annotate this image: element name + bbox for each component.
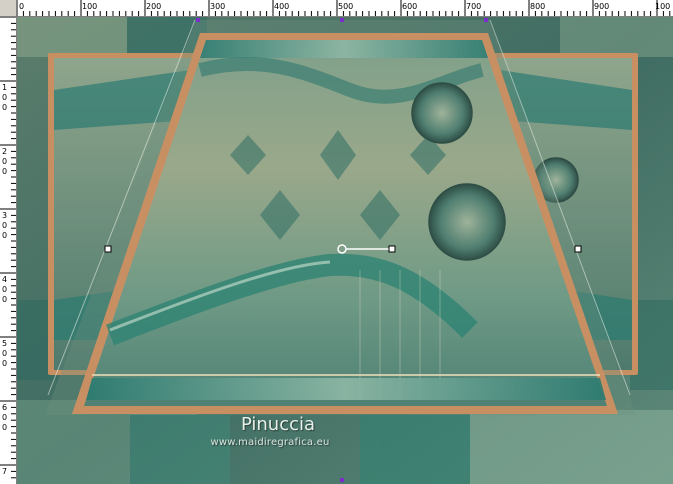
image-editor-window: 0 100 200 300 400 500 600 700 800 900 10… [0,0,673,484]
ruler-left-label: 0 [2,423,8,432]
vertical-ruler[interactable]: 1 0 0 2 0 0 3 0 0 4 0 0 5 0 0 6 0 0 7 [0,16,17,484]
ruler-left-label: 2 [2,147,8,156]
ruler-left-label: 0 [2,167,8,176]
ruler-left-label: 0 [2,295,8,304]
watermark-url: www.maidiregrafica.eu [210,437,330,448]
ruler-left-label: 0 [2,359,8,368]
ruler-left-label: 0 [2,231,8,240]
horizontal-ruler-ticks [16,0,671,16]
right-handle[interactable] [574,245,582,253]
ruler-top-label: 400 [274,2,290,11]
rotation-handle[interactable] [388,245,396,253]
ruler-top-label: 300 [210,2,226,11]
bottom-center-handle[interactable] [340,478,344,482]
ruler-top-label: 500 [338,2,354,11]
ruler-top-label: 900 [594,2,610,11]
ruler-left-label: 0 [2,103,8,112]
ruler-corner [0,0,17,17]
ruler-left-label: 0 [2,157,8,166]
ruler-top-label: 0 [19,2,25,11]
watermark-title: Pinuccia [240,414,316,435]
ruler-left-label: 5 [2,339,8,348]
ruler-top-label: 200 [146,2,162,11]
ruler-left-label: 0 [2,221,8,230]
ruler-top-label: 700 [466,2,482,11]
ruler-left-label: 0 [2,349,8,358]
ruler-left-label: 7 [2,467,8,476]
ruler-top-label: 600 [402,2,418,11]
top-right-handle[interactable] [484,18,488,22]
left-handle[interactable] [104,245,112,253]
ruler-left-label: 6 [2,403,8,412]
horizontal-ruler[interactable]: 0 100 200 300 400 500 600 700 800 900 10… [0,0,673,17]
disc-decoration [411,82,473,144]
ruler-left-label: 0 [2,413,8,422]
ruler-left-label: 1 [2,83,8,92]
disc-decoration [428,183,506,261]
ruler-top-label: 100 [82,2,98,11]
ruler-left-label: 0 [2,285,8,294]
ruler-left-label: 0 [2,93,8,102]
top-left-handle[interactable] [196,18,200,22]
top-center-handle[interactable] [340,18,344,22]
ruler-left-label: 4 [2,275,8,284]
ruler-top-label: 800 [530,2,546,11]
ruler-left-label: 3 [2,211,8,220]
ruler-top-label: 100 [655,2,671,11]
